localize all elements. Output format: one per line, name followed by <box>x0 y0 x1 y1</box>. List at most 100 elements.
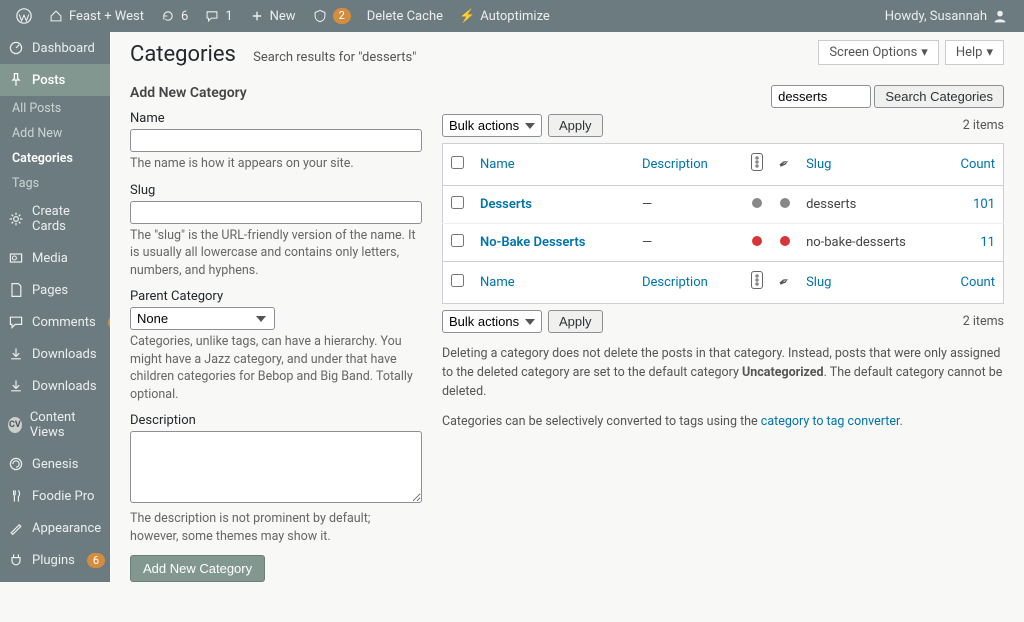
col-count[interactable]: Count <box>961 275 995 290</box>
select-all-top[interactable] <box>451 156 464 169</box>
autoptimize[interactable]: ⚡Autoptimize <box>451 9 558 24</box>
sidebar-item-downloads-2[interactable]: Downloads <box>0 370 110 402</box>
col-description[interactable]: Description <box>642 275 708 290</box>
row-checkbox[interactable] <box>451 234 464 247</box>
bulk-actions-select-top[interactable]: Bulk actions <box>442 114 542 137</box>
sidebar-item-label: Media <box>32 251 68 266</box>
category-to-tag-link[interactable]: category to tag converter <box>761 414 900 429</box>
search-input[interactable] <box>771 85 871 108</box>
sidebar-item-dashboard[interactable]: Dashboard <box>0 32 110 64</box>
category-list-panel: Search Categories Bulk actions Apply 2 i… <box>442 85 1004 582</box>
sidebar-item-posts[interactable]: Posts <box>0 64 110 96</box>
admin-menu: Dashboard Posts All Posts Add New Catego… <box>0 32 110 582</box>
seo-dot <box>780 236 790 246</box>
sidebar-item-users[interactable]: Users <box>0 576 110 582</box>
site-name[interactable]: Feast + West <box>40 8 152 24</box>
comment-icon <box>8 314 24 330</box>
row-checkbox[interactable] <box>451 196 464 209</box>
col-name[interactable]: Name <box>480 275 515 290</box>
updates[interactable]: 6 <box>152 8 196 24</box>
row-count[interactable]: 11 <box>980 235 995 250</box>
col-slug[interactable]: Slug <box>806 275 831 290</box>
delete-cache[interactable]: Delete Cache <box>359 9 451 24</box>
wordpress-icon <box>16 8 32 24</box>
wp-logo[interactable] <box>8 8 40 24</box>
sidebar-item-all-posts[interactable]: All Posts <box>0 96 110 121</box>
parent-select[interactable]: None <box>130 307 275 330</box>
new-label: New <box>270 9 296 24</box>
sidebar-item-genesis[interactable]: Genesis <box>0 448 110 480</box>
sidebar-item-appearance[interactable]: Appearance <box>0 512 110 544</box>
select-all-bottom[interactable] <box>451 274 464 287</box>
col-name[interactable]: Name <box>480 157 515 172</box>
sidebar-item-label: Content Views <box>30 410 102 440</box>
bulk-actions-select-bottom[interactable]: Bulk actions <box>442 310 542 333</box>
gear-icon <box>8 211 24 227</box>
item-count-bottom: 2 items <box>963 314 1004 329</box>
sidebar-badge: 6 <box>87 553 105 568</box>
sidebar-item-label: Categories <box>12 151 73 166</box>
name-field[interactable] <box>130 129 422 152</box>
comments[interactable]: 1 <box>196 8 240 24</box>
sidebar-item-categories[interactable]: Categories <box>0 146 110 171</box>
readability-dot <box>752 198 762 208</box>
sidebar-item-label: Downloads <box>32 379 97 394</box>
slug-field[interactable] <box>130 201 422 224</box>
description-field[interactable] <box>130 431 422 503</box>
shield-icon <box>312 8 328 24</box>
sidebar-item-comments[interactable]: Comments1 <box>0 306 110 338</box>
apply-button-top[interactable]: Apply <box>548 114 603 137</box>
new-content[interactable]: New <box>241 8 304 24</box>
sidebar-item-downloads[interactable]: Downloads <box>0 338 110 370</box>
sidebar-item-label: Appearance <box>32 521 101 536</box>
comment-icon <box>204 8 220 24</box>
help-label: Help <box>956 45 983 60</box>
download-icon <box>8 378 24 394</box>
genesis-icon <box>8 456 24 472</box>
help-button[interactable]: Help ▾ <box>945 40 1004 65</box>
table-row: Desserts — desserts 101 <box>443 186 1004 224</box>
note-text: . <box>899 414 902 429</box>
home-icon <box>48 8 64 24</box>
item-count-top: 2 items <box>963 118 1004 133</box>
page-body: Screen Options ▾ Help ▾ Categories Searc… <box>110 32 1024 622</box>
category-link[interactable]: Desserts <box>480 197 532 212</box>
my-account[interactable]: Howdy, Susannah <box>877 8 1016 24</box>
row-count[interactable]: 101 <box>973 197 995 212</box>
sidebar-item-create-cards[interactable]: Create Cards <box>0 196 110 242</box>
page-icon <box>8 282 24 298</box>
row-slug: desserts <box>798 186 952 224</box>
plug-icon <box>8 552 24 568</box>
sidebar-item-foodie-pro[interactable]: Foodie Pro <box>0 480 110 512</box>
search-subtitle: Search results for "desserts" <box>253 50 416 65</box>
sidebar-item-plugins[interactable]: Plugins6 <box>0 544 110 576</box>
vault[interactable]: 2 <box>304 8 359 24</box>
category-link[interactable]: No-Bake Desserts <box>480 235 585 250</box>
sidebar-item-media[interactable]: Media <box>0 242 110 274</box>
add-category-button[interactable]: Add New Category <box>130 555 265 582</box>
screen-options-button[interactable]: Screen Options ▾ <box>818 40 939 65</box>
col-description[interactable]: Description <box>642 157 708 172</box>
categories-table: Name Description ✒ Slug Count Desserts — <box>442 143 1004 304</box>
sidebar-item-label: Create Cards <box>32 204 102 234</box>
refresh-icon <box>160 8 176 24</box>
col-slug[interactable]: Slug <box>806 157 831 172</box>
sidebar-item-tags[interactable]: Tags <box>0 171 110 196</box>
sidebar-item-add-new[interactable]: Add New <box>0 121 110 146</box>
user-icon <box>992 8 1008 24</box>
sidebar-item-content-views[interactable]: CVContent Views <box>0 402 110 448</box>
sidebar-item-pages[interactable]: Pages <box>0 274 110 306</box>
search-categories-button[interactable]: Search Categories <box>874 85 1004 108</box>
sidebar-item-label: Comments <box>32 315 96 330</box>
note-bold: Uncategorized <box>742 365 824 380</box>
pin-icon <box>8 72 24 88</box>
parent-desc: Categories, unlike tags, can have a hier… <box>130 333 422 403</box>
comments-count: 1 <box>225 9 232 24</box>
row-slug: no-bake-desserts <box>798 224 952 262</box>
apply-button-bottom[interactable]: Apply <box>548 310 603 333</box>
howdy-label: Howdy, Susannah <box>885 9 987 24</box>
seo-column-icon: ✒ <box>776 273 793 291</box>
sidebar-item-label: Downloads <box>32 347 97 362</box>
sidebar-item-label: All Posts <box>12 101 61 116</box>
col-count[interactable]: Count <box>961 157 995 172</box>
